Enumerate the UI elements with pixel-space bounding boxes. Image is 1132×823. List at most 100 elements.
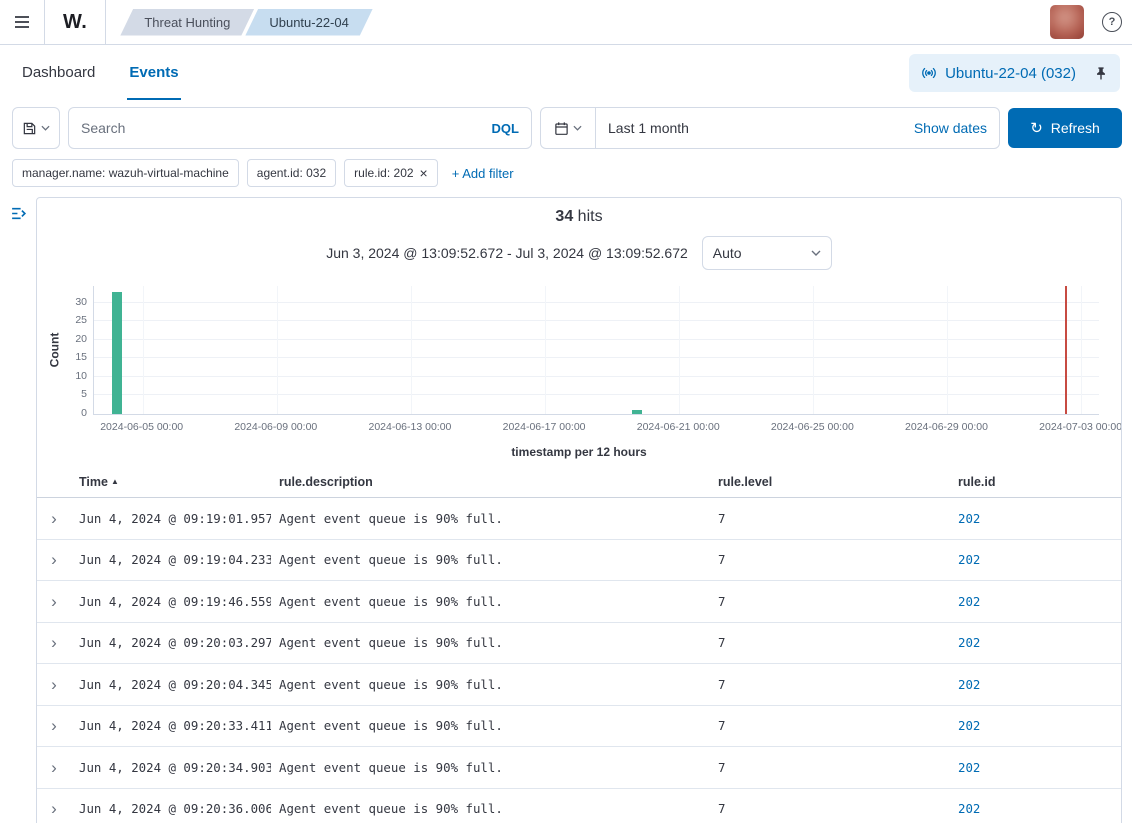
chevron-down-icon [41, 125, 50, 131]
table-row: › Jun 4, 2024 @ 09:19:04.233 Agent event q… [37, 540, 1121, 581]
tab-dashboard[interactable]: Dashboard [20, 47, 97, 100]
cell-rule-id: 202 [950, 677, 1121, 692]
agent-selector-badge[interactable]: Ubuntu-22-04 (032) [909, 54, 1120, 92]
refresh-button[interactable]: ↻ Refresh [1008, 108, 1122, 148]
filter-pill[interactable]: manager.name: wazuh-virtual-machine [12, 159, 239, 187]
rule-id-link[interactable]: 202 [958, 594, 980, 609]
calendar-icon [554, 121, 569, 136]
expand-row-icon[interactable]: › [51, 509, 57, 528]
histogram-bar[interactable] [631, 410, 642, 414]
saved-queries-button[interactable] [12, 107, 60, 149]
search-input[interactable] [69, 120, 480, 136]
hits-label: hits [577, 208, 603, 225]
expander-cell: › [37, 593, 71, 610]
refresh-label: Refresh [1050, 120, 1100, 136]
filter-pill[interactable]: rule.id: 202 × [344, 159, 438, 187]
cell-time: Jun 4, 2024 @ 09:20:36.006 [79, 801, 271, 817]
date-picker: Last 1 month Show dates [540, 107, 1000, 149]
filter-pill[interactable]: agent.id: 032 [246, 159, 337, 187]
calendar-button[interactable] [541, 108, 596, 148]
table-row: › Jun 4, 2024 @ 09:20:33.411 Agent event q… [37, 706, 1121, 747]
expander-cell: › [37, 676, 71, 693]
show-dates-link[interactable]: Show dates [902, 120, 999, 136]
query-language-button[interactable]: DQL [480, 121, 531, 136]
time-range-row: Jun 3, 2024 @ 13:09:52.672 - Jul 3, 2024… [37, 236, 1121, 270]
x-tick-label: 2024-06-13 00:00 [368, 421, 452, 433]
tab-events[interactable]: Events [127, 47, 181, 100]
save-icon [22, 121, 37, 136]
cell-rule-level: 7 [718, 676, 726, 692]
expander-cell: › [37, 717, 71, 734]
interval-select[interactable]: Auto [701, 236, 832, 270]
cell-rule-level: 7 [718, 635, 726, 651]
user-avatar[interactable] [1050, 5, 1084, 39]
expand-row-icon[interactable]: › [51, 675, 57, 694]
cell-time: Jun 4, 2024 @ 09:19:04.233 [79, 552, 271, 568]
cell-rule-description: Agent event queue is 90% full. [279, 635, 503, 651]
signal-icon [921, 65, 937, 81]
hamburger-menu-icon[interactable] [0, 0, 45, 44]
cell-rule-description: Agent event queue is 90% full. [279, 552, 503, 568]
y-tick-label: 5 [81, 388, 87, 401]
cell-rule-level: 7 [718, 718, 726, 734]
events-table-body: › Jun 4, 2024 @ 09:19:01.957 Agent event q… [37, 498, 1121, 823]
date-range-value[interactable]: Last 1 month [596, 120, 902, 136]
app-header: W. Threat Hunting Ubuntu-22-04 ? [0, 0, 1132, 45]
cell-rule-description: Agent event queue is 90% full. [279, 593, 503, 609]
rule-id-link[interactable]: 202 [958, 718, 980, 733]
expand-row-icon[interactable]: › [51, 550, 57, 569]
breadcrumb-threat-hunting[interactable]: Threat Hunting [120, 9, 254, 36]
remove-filter-icon[interactable]: × [420, 166, 428, 180]
time-column-header[interactable]: Time ▲ [71, 475, 271, 489]
expand-fields-sidebar-icon[interactable] [10, 205, 27, 225]
histogram-chart: Count 0 5 10 15 20 25 30 2024-06-05 00:00 2024-… [45, 286, 1121, 435]
y-axis-title: Count [47, 332, 61, 368]
rule-id-link[interactable]: 202 [958, 801, 980, 816]
expand-row-icon[interactable]: › [51, 758, 57, 777]
filters-row: manager.name: wazuh-virtual-machine agent… [0, 149, 1132, 189]
rule-id-link[interactable]: 202 [958, 635, 980, 650]
cell-rule-id: 202 [950, 635, 1121, 650]
hits-line: 34 hits [37, 208, 1121, 226]
hits-count: 34 [555, 208, 574, 225]
histogram-bar[interactable] [112, 291, 123, 414]
expand-row-icon[interactable]: › [51, 716, 57, 735]
rule-id-column-header[interactable]: rule.id [950, 475, 1121, 489]
add-filter-link[interactable]: + Add filter [452, 166, 514, 181]
gridline [94, 357, 1099, 359]
x-tick-label: 2024-06-05 00:00 [100, 421, 184, 433]
main-area: 34 hits Jun 3, 2024 @ 13:09:52.672 - Jul… [0, 197, 1132, 823]
rule-id-link[interactable]: 202 [958, 552, 980, 567]
filter-pill-label: manager.name: wazuh-virtual-machine [22, 166, 229, 180]
y-tick-label: 30 [75, 295, 87, 308]
table-row: › Jun 4, 2024 @ 09:20:03.297 Agent event q… [37, 623, 1121, 664]
cell-rule-level: 7 [718, 510, 726, 526]
rule-id-link[interactable]: 202 [958, 511, 980, 526]
time-range-label: Jun 3, 2024 @ 13:09:52.672 - Jul 3, 2024… [326, 245, 688, 261]
query-bar: DQL Last 1 month Show dates ↻ Refresh [0, 101, 1132, 149]
wazuh-logo[interactable]: W. [45, 0, 107, 44]
rule-id-link[interactable]: 202 [958, 677, 980, 692]
table-row: › Jun 4, 2024 @ 09:19:46.559 Agent event q… [37, 581, 1121, 623]
rule-id-link[interactable]: 202 [958, 760, 980, 775]
expander-cell: › [37, 551, 71, 568]
rule-level-column-header[interactable]: rule.level [710, 475, 950, 489]
gridline [544, 286, 546, 414]
chevron-down-icon [811, 250, 821, 256]
help-icon[interactable]: ? [1102, 12, 1122, 32]
expand-row-icon[interactable]: › [51, 633, 57, 652]
cell-rule-description: Agent event queue is 90% full. [279, 676, 503, 692]
expand-row-icon[interactable]: › [51, 592, 57, 611]
gridline [812, 286, 814, 414]
y-tick-label: 15 [75, 351, 87, 364]
rule-description-column-header[interactable]: rule.description [271, 475, 710, 489]
expander-cell: › [37, 759, 71, 776]
current-time-marker [1064, 286, 1067, 414]
expand-row-icon[interactable]: › [51, 799, 57, 818]
cell-rule-id: 202 [950, 801, 1121, 816]
y-axis-ticks: 0 5 10 15 20 25 30 [63, 286, 93, 419]
breadcrumb-agent[interactable]: Ubuntu-22-04 [245, 9, 373, 36]
pin-icon[interactable] [1094, 66, 1108, 81]
cell-rule-level: 7 [718, 801, 726, 817]
events-table: Time ▲ rule.description rule.level rule.i… [37, 475, 1121, 823]
